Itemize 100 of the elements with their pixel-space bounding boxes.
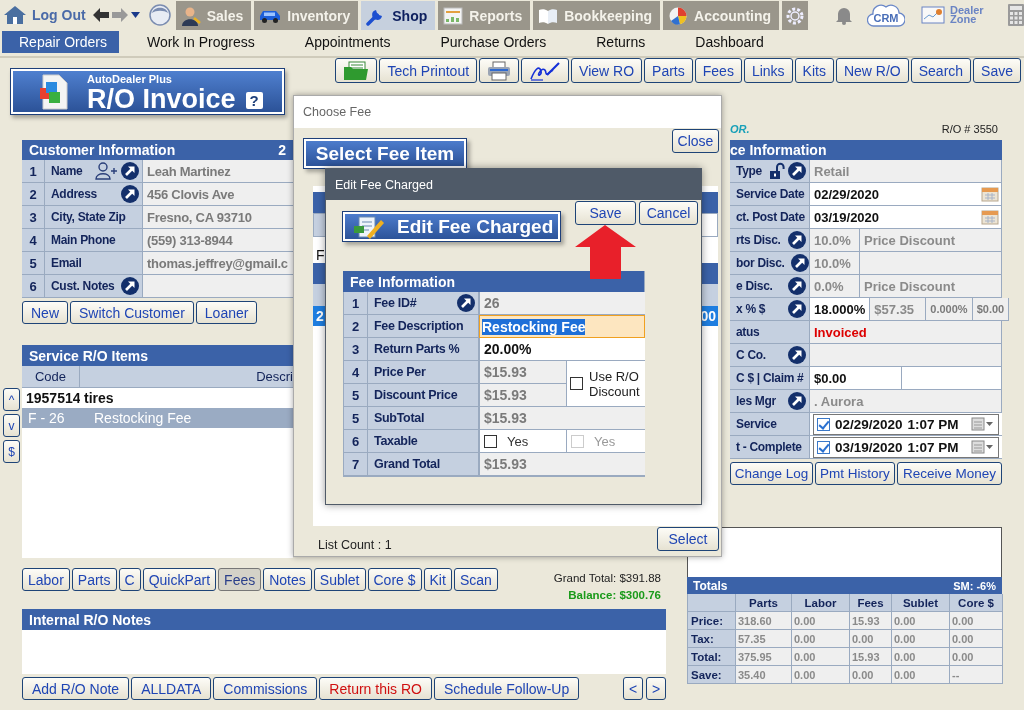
settings-button[interactable] [782,1,808,30]
service-button[interactable]: Pmt History [815,462,895,485]
arrow-circle-icon[interactable] [788,300,806,318]
toolbar-button[interactable]: Fees [694,58,742,83]
service-button[interactable]: Receive Money [897,462,1002,485]
commissions-button[interactable]: Commissions [213,677,318,700]
arrow-circle-icon[interactable] [121,185,139,203]
pager-button[interactable]: < [623,677,643,700]
table-cell[interactable]: 1957514 [22,388,80,408]
arrow-circle-icon[interactable] [121,162,139,180]
toolbar-button[interactable]: Kits [794,58,834,83]
field-label: ct. Post Date [730,206,810,229]
side-button[interactable]: $ [3,440,20,463]
return-button[interactable]: Return this RO [319,677,432,700]
item-button[interactable]: C [118,568,141,591]
help-button[interactable]: ? [245,92,263,109]
field-label: Fee ID# [374,296,417,310]
date-time-field[interactable]: 03/19/2020 1:07 PM [813,436,999,458]
cancel-button[interactable]: Cancel [639,201,698,225]
nav-tab[interactable]: Work In Progress [132,31,291,53]
arrow-circle-icon[interactable] [121,277,139,295]
side-button[interactable]: ^ [3,388,20,411]
avatar-icon[interactable] [148,4,171,26]
checkbox[interactable] [570,377,583,390]
input-field[interactable]: 18.000% [810,298,871,321]
date-time-field[interactable]: 02/29/2020 1:07 PM [813,413,999,435]
field-label: Grand Total [368,453,479,476]
back-arrow-icon[interactable] [92,8,109,22]
toolbar-button[interactable]: Parts [644,58,693,83]
date-field[interactable]: 02/29/2020 [810,183,1002,206]
arrow-circle-icon[interactable] [788,162,806,180]
item-button[interactable]: Parts [71,568,117,591]
checkbox[interactable] [484,434,497,448]
checkbox[interactable] [817,417,830,431]
toolbar-button[interactable]: View RO [571,58,643,83]
checkbox[interactable] [817,440,830,454]
input-field[interactable]: Restocking Fee [479,315,645,338]
printer-button[interactable] [479,58,520,83]
nav-tab[interactable]: Purchase Orders [426,31,583,53]
input-field[interactable]: 20.00% [479,338,645,361]
nav-tab[interactable]: Repair Orders [2,31,119,53]
alldata-button[interactable]: ALLDATA [131,677,212,700]
customer-button[interactable]: New [22,301,68,324]
caret-icon[interactable] [130,12,140,18]
input-field[interactable]: $0.00 [810,367,902,390]
person-icon [180,5,201,26]
service-button[interactable]: Change Log [730,462,813,485]
nav-tab[interactable]: Returns [582,31,682,53]
signature-button[interactable] [521,58,570,83]
item-button[interactable]: Labor [22,568,70,591]
row-number: 2 [22,183,45,206]
toolbar-button[interactable]: Tech Printout [379,58,478,83]
add-note-button[interactable]: Add R/O Note [22,677,130,700]
checkbox-label: Yes [594,433,616,449]
list-count: List Count : 1 [318,538,392,552]
item-button[interactable]: Sublet [313,568,366,591]
person-add-icon[interactable] [94,162,118,180]
nav-tab[interactable]: Appointments [290,31,427,53]
save-button[interactable]: Save [575,201,636,225]
field-value: $15.93 [479,361,566,384]
arrow-circle-icon[interactable] [788,277,806,295]
bell-icon[interactable] [835,5,853,25]
padlock-icon[interactable] [769,162,785,180]
nav-tab[interactable]: Dashboard [681,31,800,53]
item-button[interactable]: Core $ [367,568,422,591]
calendar-dropdown-icon[interactable] [971,417,995,431]
toolbar-button[interactable]: Save [973,58,1021,83]
side-button[interactable]: v [3,414,20,437]
toolbar-button[interactable]: New R/O [835,58,909,83]
customer-button[interactable]: Loaner [195,301,258,324]
pager-button[interactable]: > [646,677,666,700]
select-button[interactable]: Select [657,527,719,551]
arrow-circle-icon[interactable] [788,346,806,364]
toolbar-button[interactable]: Links [743,58,793,83]
arrow-circle-icon[interactable] [788,231,806,249]
item-button[interactable]: Kit [423,568,452,591]
arrow-circle-icon[interactable] [457,294,475,312]
arrow-circle-icon[interactable] [790,254,809,272]
customer-button[interactable]: Switch Customer [70,301,194,324]
calendar-dropdown-icon[interactable] [971,440,995,454]
arrow-circle-icon[interactable] [788,392,806,410]
date-field[interactable]: 03/19/2020 [810,206,1002,229]
table-cell[interactable]: tires [80,388,293,408]
toolbar-button[interactable]: Search [910,58,972,83]
item-button[interactable]: Fees [218,568,262,591]
field-label: atus [730,321,810,344]
field-label: Fee Description [368,315,479,338]
follow-up-button[interactable]: Schedule Follow-Up [433,677,580,700]
item-button[interactable]: Scan [453,568,498,591]
margin-text: SM: -6% [953,579,996,592]
house-icon[interactable] [4,5,26,25]
logout-link[interactable]: Log Out [4,5,86,25]
nav-tab[interactable]: Shop [361,1,436,30]
close-button[interactable]: Close [672,129,719,153]
crm-button[interactable]: CRM [867,2,905,28]
folder-button[interactable] [335,58,378,83]
table-cell: 35.40 [736,666,792,684]
panel-title: Service R/O Items [29,347,149,364]
item-button[interactable]: QuickPart [142,568,217,591]
item-button[interactable]: Notes [263,568,312,591]
